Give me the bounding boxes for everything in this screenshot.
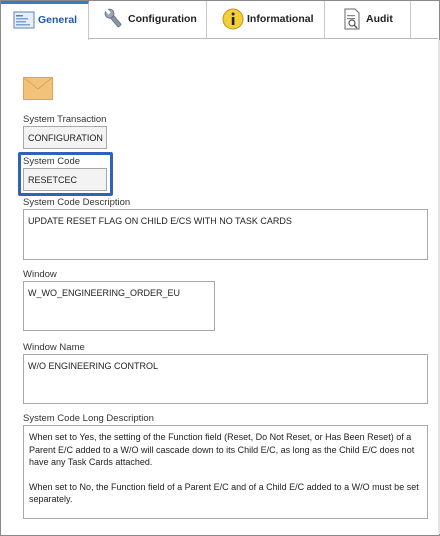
audit-document-icon <box>340 7 364 31</box>
tab-general-label: General <box>38 14 78 26</box>
window-name-field[interactable]: W/O ENGINEERING CONTROL <box>23 354 428 404</box>
general-form-icon <box>12 8 36 32</box>
wrench-icon <box>102 7 126 31</box>
system-code-description-field[interactable]: UPDATE RESET FLAG ON CHILD E/CS WITH NO … <box>23 209 428 260</box>
system-transaction-field[interactable]: CONFIGURATION <box>23 126 107 149</box>
window-label: Window <box>23 269 57 280</box>
long-description-para-1: When set to Yes, the setting of the Func… <box>29 432 415 467</box>
tab-audit-label: Audit <box>366 13 393 25</box>
tab-configuration-label: Configuration <box>128 13 197 25</box>
tab-informational-label: Informational <box>247 13 314 25</box>
tab-configuration[interactable]: Configuration <box>89 1 207 39</box>
tab-informational[interactable]: Informational <box>207 1 325 39</box>
long-description-para-2: When set to No, the Function field of a … <box>29 481 419 505</box>
tab-general[interactable]: General <box>1 1 89 40</box>
window-field[interactable]: W_WO_ENGINEERING_ORDER_EU <box>23 281 215 331</box>
long-description-field[interactable]: When set to Yes, the setting of the Func… <box>23 425 428 519</box>
system-code-label: System Code <box>23 156 81 167</box>
system-transaction-label: System Transaction <box>23 114 107 125</box>
tab-bar: General Configuration Informational Audi… <box>1 1 438 40</box>
general-tab-panel: System Transaction CONFIGURATION System … <box>1 40 438 534</box>
info-icon <box>221 7 245 31</box>
window-name-label: Window Name <box>23 342 85 353</box>
system-code-description-label: System Code Description <box>23 197 131 208</box>
long-description-label: System Code Long Description <box>23 413 154 424</box>
tab-audit[interactable]: Audit <box>325 1 411 39</box>
envelope-icon <box>23 77 53 100</box>
system-code-field[interactable]: RESETCEC <box>23 168 107 191</box>
